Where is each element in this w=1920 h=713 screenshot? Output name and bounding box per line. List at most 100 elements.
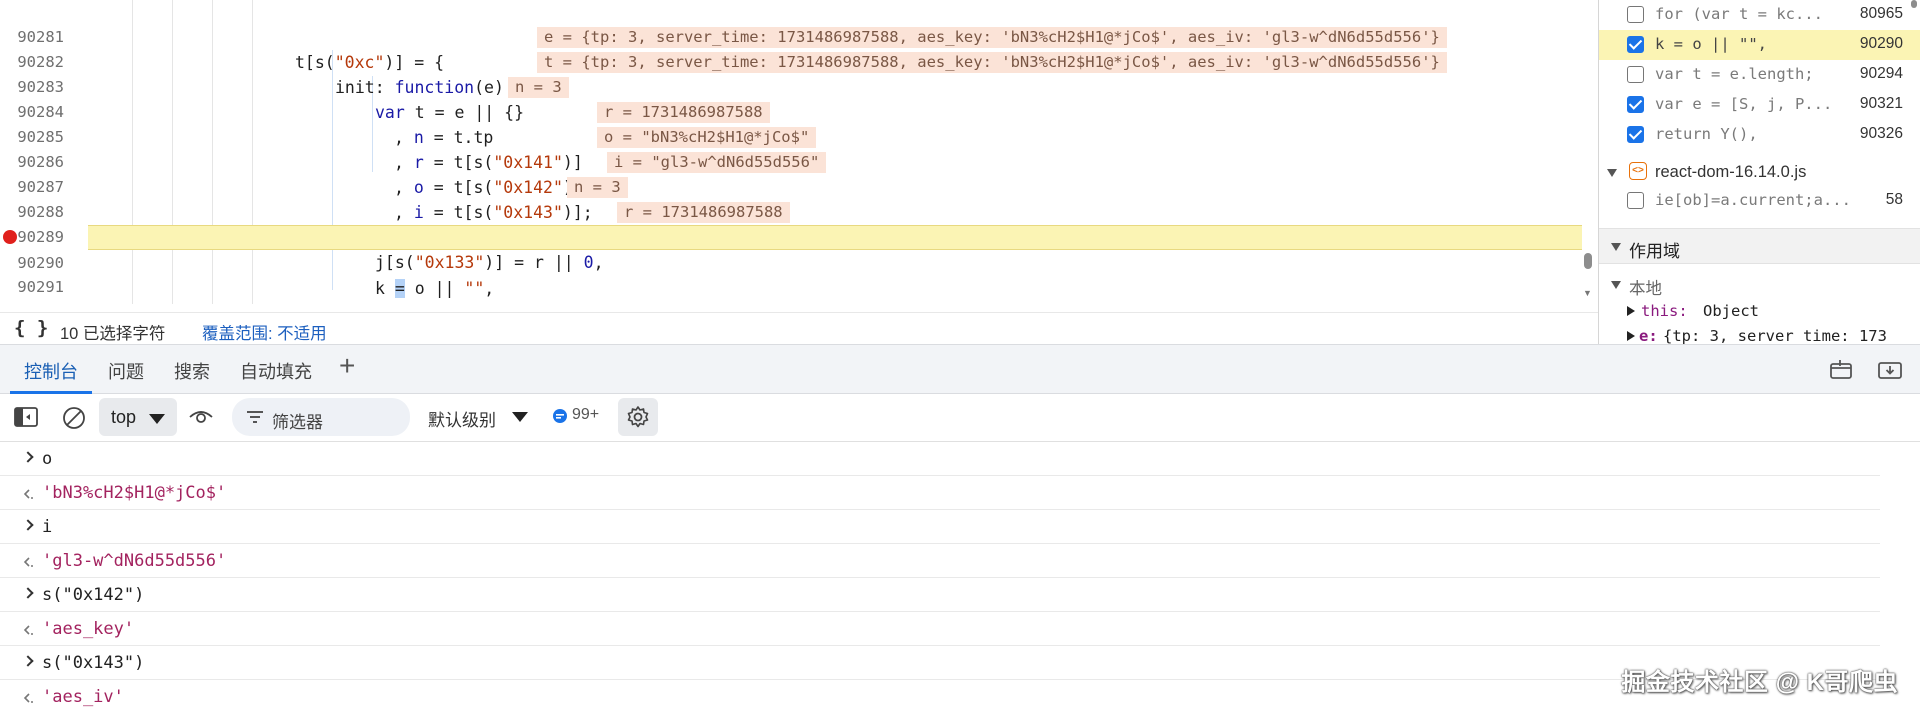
filter-input[interactable]: 筛选器: [232, 398, 410, 436]
code-line[interactable]: 90291 C = i || "": [0, 250, 1580, 304]
tab-autofill[interactable]: 自动填充: [240, 358, 312, 384]
console-result-text: 'gl3-w^dN6d55d556': [42, 551, 227, 571]
breakpoint-code: var t = e.length;: [1655, 65, 1814, 83]
breakpoint-checkbox[interactable]: [1627, 66, 1644, 83]
breakpoint-item[interactable]: var t = e.length; 90294: [1599, 60, 1920, 90]
code-line[interactable]: 90287 , i = t[s("0x143")]; i = "gl3-w^dN…: [0, 150, 1580, 222]
expand-triangle-icon[interactable]: [1611, 281, 1621, 289]
breakpoint-checkbox[interactable]: [1627, 36, 1644, 53]
breakpoint-line: 90290: [1859, 35, 1903, 52]
breakpoint-code: var e = [S, j, P...: [1655, 95, 1833, 113]
live-expression-eye-icon[interactable]: [188, 407, 214, 427]
chevron-down-icon: [512, 412, 528, 422]
code-line[interactable]: 90281 t[s("0xc")] = {: [0, 0, 1580, 72]
tab-search[interactable]: 搜索: [174, 358, 210, 384]
code-line[interactable]: 90289 j[s("0x133")] = r || 0, r = 173148…: [0, 200, 1580, 272]
console-result-text: 'aes_iv': [42, 687, 124, 707]
console-input-text: s("0x143"): [42, 653, 145, 673]
inline-value: e = {tp: 3, server_time: 1731486987588, …: [537, 27, 1447, 48]
coverage-link[interactable]: 覆盖范围: 不适用: [202, 320, 327, 344]
variable-value: {tp: 3, server_time: 173: [1663, 327, 1887, 344]
console-input-row[interactable]: i: [0, 510, 1880, 544]
breakpoint-item[interactable]: var e = [S, j, P... 90321: [1599, 90, 1920, 120]
console-result-row[interactable]: 'aes_iv': [0, 680, 1880, 713]
source-editor[interactable]: 90281 t[s("0xc")] = { 90282 init: functi…: [0, 0, 1598, 304]
code-line[interactable]: 90282 init: function(e) { e = {tp: 3, se…: [0, 25, 1580, 97]
pretty-print-button[interactable]: { }: [14, 317, 48, 339]
scroll-down-icon[interactable]: ▼: [1583, 288, 1592, 298]
console-input-text: o: [42, 449, 53, 469]
breakpoint-line: 58: [1885, 191, 1903, 208]
current-execution-line[interactable]: 90290 k = o || "",: [17, 225, 1582, 298]
inline-value: r = 1731486987588: [597, 102, 770, 123]
expand-triangle-icon[interactable]: [1627, 331, 1635, 341]
tab-issues[interactable]: 问题: [108, 358, 144, 384]
variable-name: this:: [1641, 302, 1688, 320]
breakpoint-line: 80965: [1859, 5, 1903, 22]
watermark: 掘金技术社区 @ K哥爬虫: [1621, 669, 1898, 696]
scope-variable-e[interactable]: e: {tp: 3, server_time: 173: [1599, 325, 1920, 344]
breakpoint-checkbox[interactable]: [1627, 96, 1644, 113]
filter-placeholder: 筛选器: [272, 413, 323, 432]
breakpoint-line: 90326: [1859, 125, 1903, 142]
breakpoint-item[interactable]: for (var t = kc... 80965: [1599, 0, 1920, 30]
code-line[interactable]: 90286 , o = t[s("0x142")] o = "bN3%cH2$H…: [0, 125, 1580, 197]
prompt-chevron-icon: [22, 587, 34, 599]
console-result-row[interactable]: 'gl3-w^dN6d55d556': [0, 544, 1880, 578]
editor-scrollbar-thumb[interactable]: [1584, 253, 1592, 269]
log-level-dropdown[interactable]: 默认级别: [428, 406, 528, 431]
scope-title: 作用域: [1629, 242, 1680, 261]
inline-value: n = 3: [508, 77, 569, 98]
console-toolbar: top 筛选器 默认级别 99+: [0, 394, 1920, 442]
code-line[interactable]: 90285 , r = t[s("0x141")] r = 1731486987…: [0, 100, 1580, 172]
add-tab-icon[interactable]: +: [339, 350, 355, 382]
breakpoint-item[interactable]: ie[ob]=a.current;a... 58: [1599, 186, 1920, 216]
variable-value: Object: [1703, 302, 1759, 320]
result-arrow-icon: [22, 691, 36, 705]
clear-console-icon[interactable]: [62, 406, 86, 430]
console-input-row[interactable]: s("0x143"): [0, 646, 1880, 680]
inline-value: o = "bN3%cH2$H1@*jCo$": [597, 127, 817, 148]
breakpoint-checkbox[interactable]: [1627, 126, 1644, 143]
issues-count[interactable]: 99+: [572, 406, 599, 424]
scope-local-group[interactable]: 本地: [1599, 272, 1920, 298]
expand-triangle-icon[interactable]: [1607, 169, 1617, 177]
breakpoint-item[interactable]: return Y(), 90326: [1599, 120, 1920, 150]
expand-triangle-icon[interactable]: [1611, 243, 1621, 251]
console-result-row[interactable]: 'aes_key': [0, 612, 1880, 646]
console-settings-button[interactable]: [618, 398, 658, 436]
console-input-row[interactable]: s("0x142"): [0, 578, 1880, 612]
breakpoint-line: 90321: [1859, 95, 1903, 112]
code-line[interactable]: 90283 var t = e || {} t = {tp: 3, server…: [0, 50, 1580, 122]
expand-triangle-icon[interactable]: [1627, 306, 1635, 316]
console-result-text: 'bN3%cH2$H1@*jCo$': [42, 483, 227, 503]
breakpoint-checkbox[interactable]: [1627, 6, 1644, 23]
tab-console[interactable]: 控制台: [24, 358, 78, 384]
context-selector[interactable]: top: [99, 398, 177, 436]
dock-side-icon[interactable]: [1828, 359, 1854, 381]
scope-variable-this[interactable]: this: Object: [1599, 300, 1920, 322]
console-result-row[interactable]: 'bN3%cH2$H1@*jCo$': [0, 476, 1880, 510]
prompt-chevron-icon: [22, 451, 34, 463]
breakpoint-checkbox[interactable]: [1627, 192, 1644, 209]
scope-section-header[interactable]: 作用域: [1599, 228, 1920, 264]
console-input-text: s("0x142"): [42, 585, 145, 605]
code-line[interactable]: 90288 n && (N.data = n), n = 3: [0, 175, 1580, 247]
sidebar-toggle-icon[interactable]: [14, 407, 38, 427]
result-arrow-icon: [22, 555, 36, 569]
message-icon: [552, 408, 568, 424]
debugger-sidebar: for (var t = kc... 80965 k = o || "", 90…: [1598, 0, 1920, 344]
code-line[interactable]: 90284 , n = t.tp n = 3: [0, 75, 1580, 147]
breakpoint-item[interactable]: k = o || "", 90290: [1599, 30, 1920, 60]
breakpoint-code: for (var t = kc...: [1655, 5, 1823, 23]
selection-count: 10 已选择字符: [60, 325, 166, 343]
breakpoint-marker[interactable]: [3, 230, 17, 244]
breakpoint-file-group[interactable]: <> react-dom-16.14.0.js: [1599, 158, 1920, 188]
filter-icon: [246, 410, 264, 424]
line-number[interactable]: 90292: [0, 300, 64, 304]
close-drawer-icon[interactable]: [1877, 359, 1903, 381]
variable-name: e:: [1639, 327, 1658, 344]
code-line[interactable]: 90292 },: [0, 275, 1580, 304]
console-input-row[interactable]: o: [0, 442, 1880, 476]
console-input-text: i: [42, 517, 53, 537]
